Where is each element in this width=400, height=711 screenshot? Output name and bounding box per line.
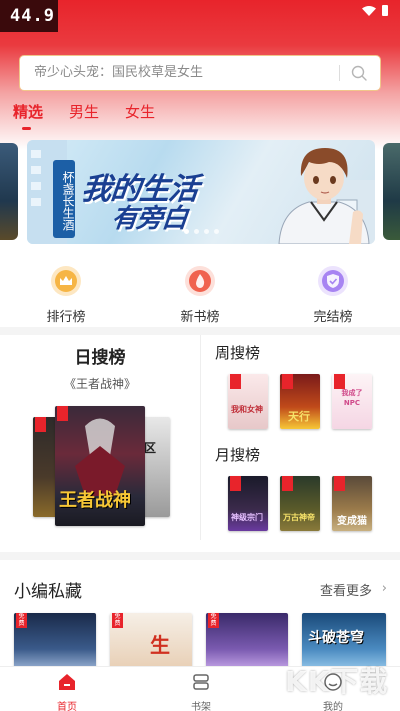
tab-male[interactable]: 男生 [69, 102, 99, 132]
channel-tabs: 精选 男生 女生 [13, 102, 181, 132]
search-divider [339, 65, 340, 81]
nav-home[interactable]: 首页 [37, 672, 97, 711]
free-tag [35, 417, 46, 432]
watermark: KK下载 [285, 665, 389, 698]
free-tag: 免费 [16, 613, 27, 628]
banner-slide[interactable]: 杯盏长生酒 我的生活 有旁白 [27, 140, 375, 244]
category-completed[interactable]: 完结榜 [293, 266, 373, 325]
crown-icon [51, 266, 81, 296]
cover-title: 神级宗门 [231, 513, 263, 522]
tab-female[interactable]: 女生 [125, 102, 155, 132]
cover-title: 王者战神 [59, 490, 131, 511]
category-ranking[interactable]: 排行榜 [26, 266, 106, 325]
category-new-books[interactable]: 新书榜 [160, 266, 240, 325]
chevron-right-icon[interactable]: › [382, 581, 387, 596]
carousel-dot[interactable] [204, 229, 209, 234]
status-bar: 44.9 [0, 0, 400, 32]
carousel-dot[interactable] [184, 229, 189, 234]
category-label: 完结榜 [313, 310, 353, 325]
editor-picks-title: 小编私藏 [14, 582, 82, 602]
home-icon [59, 674, 75, 690]
free-tag [282, 476, 293, 491]
book-cover[interactable]: 变成猫 [332, 476, 372, 531]
cover-title: 天行 [288, 410, 310, 423]
section-divider [0, 552, 400, 560]
cover-title: 斗破苍穹 [308, 630, 364, 646]
book-cover[interactable]: 万古神帝 [280, 476, 320, 531]
book-cover-main: 王者战神 [55, 406, 145, 526]
nav-label: 书架 [191, 702, 211, 711]
free-tag [282, 374, 293, 389]
editor-pick-cover[interactable]: 免费 生 [110, 613, 192, 673]
free-tag [334, 374, 345, 389]
banner-next-slide[interactable] [383, 143, 400, 240]
free-tag: 免费 [112, 613, 123, 628]
category-label: 排行榜 [46, 310, 86, 325]
battery-icon [382, 5, 388, 16]
wifi-icon [362, 6, 376, 16]
carousel-indicator [184, 229, 219, 234]
daily-rank-title[interactable]: 日搜榜 [0, 343, 200, 368]
monthly-rank-title[interactable]: 月搜榜 [215, 444, 260, 465]
book-cover[interactable]: 我成了NPC [332, 374, 372, 429]
cover-title: 变成猫 [337, 516, 367, 527]
nav-label: 首页 [57, 702, 77, 711]
cover-text: 区 [144, 441, 157, 455]
book-cover[interactable]: 我和女神 [228, 374, 268, 429]
section-divider [0, 327, 400, 335]
nav-bookshelf[interactable]: 书架 [171, 672, 231, 711]
carousel-dot[interactable] [214, 229, 219, 234]
cover-title: 我成了NPC [341, 389, 363, 407]
editor-pick-cover[interactable]: 免费 [14, 613, 96, 673]
banner-side-title: 杯盏长生酒 [53, 160, 75, 238]
book-cover[interactable]: 神级宗门 [228, 476, 268, 531]
search-bar[interactable]: 帝少心头宠：国民校草是女生 [19, 55, 381, 91]
banner-character-illustration [278, 148, 370, 244]
search-placeholder: 帝少心头宠：国民校草是女生 [34, 65, 204, 80]
banner-title-line2: 有旁白 [110, 204, 189, 234]
fps-counter: 44.9 [0, 0, 58, 32]
bookshelf-icon [193, 674, 209, 690]
cover-text: 生 [150, 633, 170, 657]
free-tag [230, 374, 241, 389]
ranking-separator [200, 335, 201, 540]
weekly-rank-title[interactable]: 周搜榜 [215, 342, 260, 363]
search-icon[interactable] [350, 64, 368, 82]
flame-icon [185, 266, 215, 296]
shield-check-icon [318, 266, 348, 296]
app-home-screen: 44.9 帝少心头宠：国民校草是女生 精选 男生 女生 杯盏长生酒 我的生活 有… [0, 0, 400, 711]
banner-prev-slide[interactable] [0, 143, 18, 240]
book-cover[interactable]: 天行 [280, 374, 320, 429]
active-tab-indicator [22, 127, 31, 130]
free-tag [230, 476, 241, 491]
see-more-link[interactable]: 查看更多 [320, 580, 372, 599]
free-tag [334, 476, 345, 491]
carousel-dot[interactable] [194, 229, 199, 234]
cover-title: 万古神帝 [283, 513, 315, 522]
category-label: 新书榜 [180, 310, 220, 325]
free-tag: 免费 [208, 613, 219, 628]
daily-rank-book-name[interactable]: 《王者战神》 [0, 375, 200, 392]
cover-title: 我和女神 [231, 405, 263, 414]
editor-pick-cover[interactable]: 免费 [206, 613, 288, 673]
